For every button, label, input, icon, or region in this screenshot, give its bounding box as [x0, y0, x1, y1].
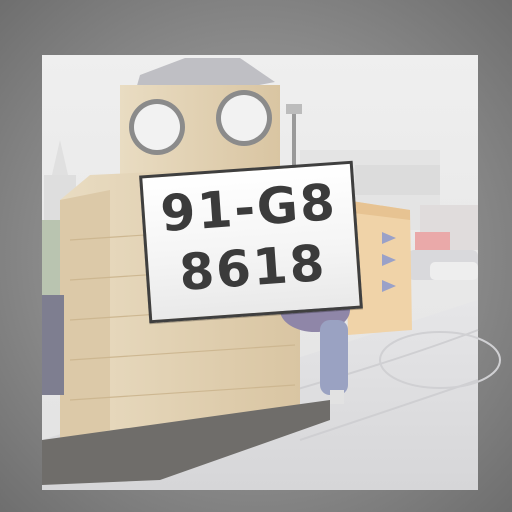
- photo-frame: 91-G8 8618: [0, 0, 512, 512]
- license-plate: 91-G8 8618: [139, 160, 363, 324]
- plate-line-1: 91-G8: [158, 173, 339, 244]
- plate-line-2: 8618: [177, 233, 329, 302]
